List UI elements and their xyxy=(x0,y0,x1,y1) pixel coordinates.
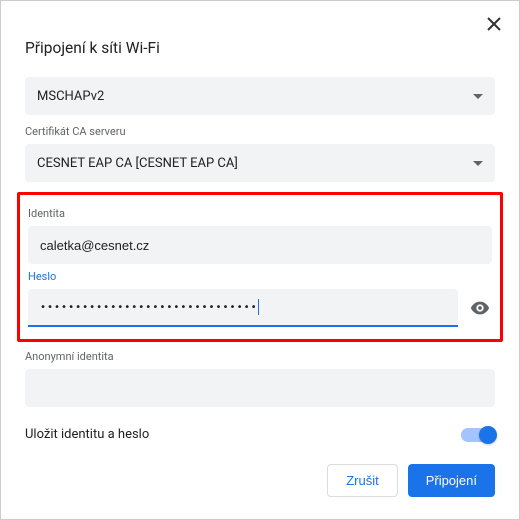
anon-identity-input-wrap[interactable] xyxy=(25,369,495,407)
identity-input-wrap[interactable] xyxy=(28,226,492,264)
toggle-knob xyxy=(479,426,497,444)
anon-identity-label: Anonymní identita xyxy=(25,350,495,363)
chevron-down-icon xyxy=(473,94,483,99)
wifi-join-dialog: Připojení k síti Wi-Fi MSCHAPv2 Certifik… xyxy=(1,1,519,519)
ca-cert-select[interactable]: CESNET EAP CA [CESNET EAP CA] xyxy=(25,144,495,182)
highlight-annotation: Identita Heslo •••••••••••••••••••••••••… xyxy=(17,192,503,342)
phase2-auth-select[interactable]: MSCHAPv2 xyxy=(25,77,495,115)
password-label: Heslo xyxy=(28,270,492,283)
password-input-wrap[interactable]: ••••••••••••••••••••••••••••••• xyxy=(28,289,458,327)
identity-label: Identita xyxy=(28,207,492,220)
password-masked: ••••••••••••••••••••••••••••••• xyxy=(40,302,258,313)
identity-input[interactable] xyxy=(40,238,480,253)
ca-cert-label: Certifikát CA serveru xyxy=(25,125,495,138)
chevron-down-icon xyxy=(473,161,483,166)
phase2-auth-value: MSCHAPv2 xyxy=(37,89,104,104)
anon-identity-input[interactable] xyxy=(37,381,483,396)
save-identity-toggle[interactable] xyxy=(461,428,495,442)
cancel-button[interactable]: Zrušit xyxy=(327,464,398,497)
dialog-title: Připojení k síti Wi-Fi xyxy=(25,39,495,57)
connect-button[interactable]: Připojení xyxy=(408,464,495,497)
save-identity-label: Uložit identitu a heslo xyxy=(25,427,149,442)
show-password-icon[interactable] xyxy=(468,296,492,320)
ca-cert-value: CESNET EAP CA [CESNET EAP CA] xyxy=(37,156,238,171)
close-icon[interactable] xyxy=(487,15,501,36)
text-caret xyxy=(258,299,259,315)
